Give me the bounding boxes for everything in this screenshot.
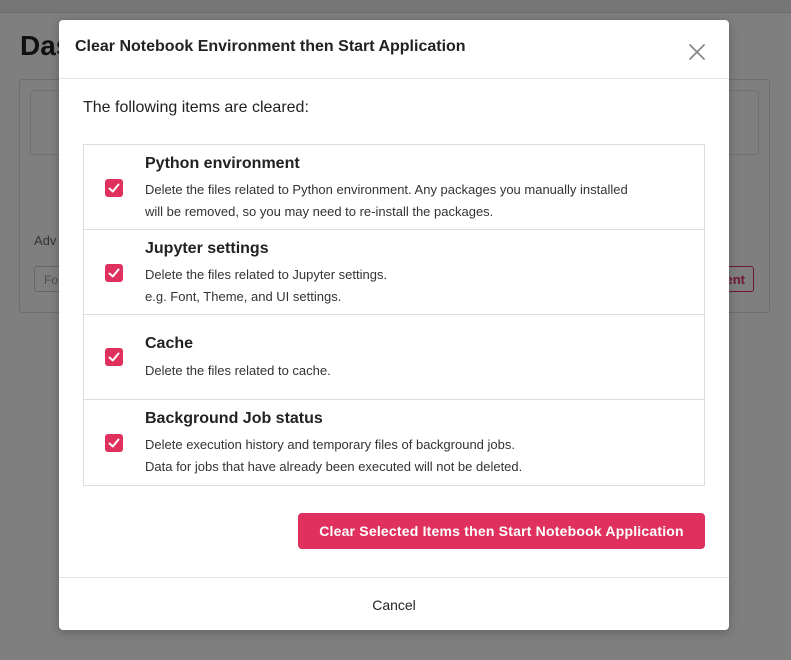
item-description-line: will be removed, so you may need to re-i… bbox=[145, 203, 494, 219]
item-description-line: Data for jobs that have already been exe… bbox=[145, 458, 523, 474]
background-job-status-checkbox[interactable] bbox=[105, 434, 123, 452]
item-description: Delete the files related to Python envir… bbox=[145, 179, 690, 222]
item-description: Delete the files related to cache. bbox=[145, 360, 690, 382]
jupyter-settings-checkbox[interactable] bbox=[105, 264, 123, 282]
item-description: Delete execution history and temporary f… bbox=[145, 434, 690, 477]
checkmark-icon bbox=[108, 438, 120, 448]
dialog-header: Clear Notebook Environment then Start Ap… bbox=[59, 20, 729, 79]
dialog-title: Clear Notebook Environment then Start Ap… bbox=[75, 38, 466, 55]
item-title: Cache bbox=[145, 335, 194, 352]
item-description: Delete the files related to Jupyter sett… bbox=[145, 264, 690, 307]
cancel-button[interactable]: Cancel bbox=[59, 578, 729, 630]
checkmark-icon bbox=[108, 268, 120, 278]
list-item-python-environment: Python environment Delete the files rela… bbox=[84, 145, 704, 230]
clear-and-start-button[interactable]: Clear Selected Items then Start Notebook… bbox=[298, 513, 705, 549]
checkmark-icon bbox=[108, 183, 120, 193]
checkmark-icon bbox=[108, 352, 120, 362]
item-title: Jupyter settings bbox=[145, 240, 269, 257]
item-title: Background Job status bbox=[145, 410, 323, 427]
item-description-line: Delete the files related to cache. bbox=[145, 363, 331, 378]
python-environment-checkbox[interactable] bbox=[105, 179, 123, 197]
dialog-footer: Cancel bbox=[59, 577, 729, 630]
list-item-cache: Cache Delete the files related to cache. bbox=[84, 315, 704, 400]
intro-text: The following items are cleared: bbox=[83, 99, 309, 116]
item-description-line: e.g. Font, Theme, and UI settings. bbox=[145, 288, 342, 304]
cache-checkbox[interactable] bbox=[105, 348, 123, 366]
clear-items-list: Python environment Delete the files rela… bbox=[83, 144, 705, 486]
item-description-line: Delete the files related to Python envir… bbox=[145, 182, 628, 197]
list-item-jupyter-settings: Jupyter settings Delete the files relate… bbox=[84, 230, 704, 315]
item-title: Python environment bbox=[145, 155, 300, 172]
item-description-line: Delete execution history and temporary f… bbox=[145, 437, 515, 452]
list-item-background-job-status: Background Job status Delete execution h… bbox=[84, 400, 704, 485]
item-description-line: Delete the files related to Jupyter sett… bbox=[145, 267, 388, 282]
close-icon[interactable] bbox=[686, 41, 708, 63]
clear-environment-dialog: Clear Notebook Environment then Start Ap… bbox=[59, 20, 729, 630]
